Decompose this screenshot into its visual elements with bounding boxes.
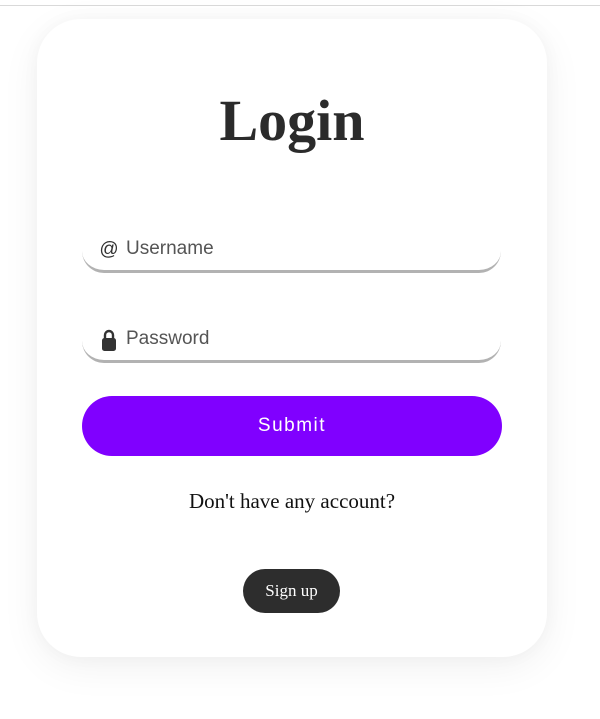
login-card: Login @ Submit Don't have any account? S…: [37, 19, 547, 657]
top-divider: [0, 5, 600, 6]
submit-button[interactable]: Submit: [82, 396, 502, 456]
at-sign-icon: @: [99, 239, 119, 260]
page-title: Login: [219, 88, 365, 153]
signup-button[interactable]: Sign up: [243, 569, 340, 613]
lock-icon: [98, 327, 120, 353]
password-field[interactable]: [82, 319, 501, 363]
password-input[interactable]: [126, 323, 486, 355]
username-input[interactable]: [126, 233, 486, 265]
signup-prompt: Don't have any account?: [188, 489, 396, 513]
username-field[interactable]: @: [82, 229, 501, 273]
